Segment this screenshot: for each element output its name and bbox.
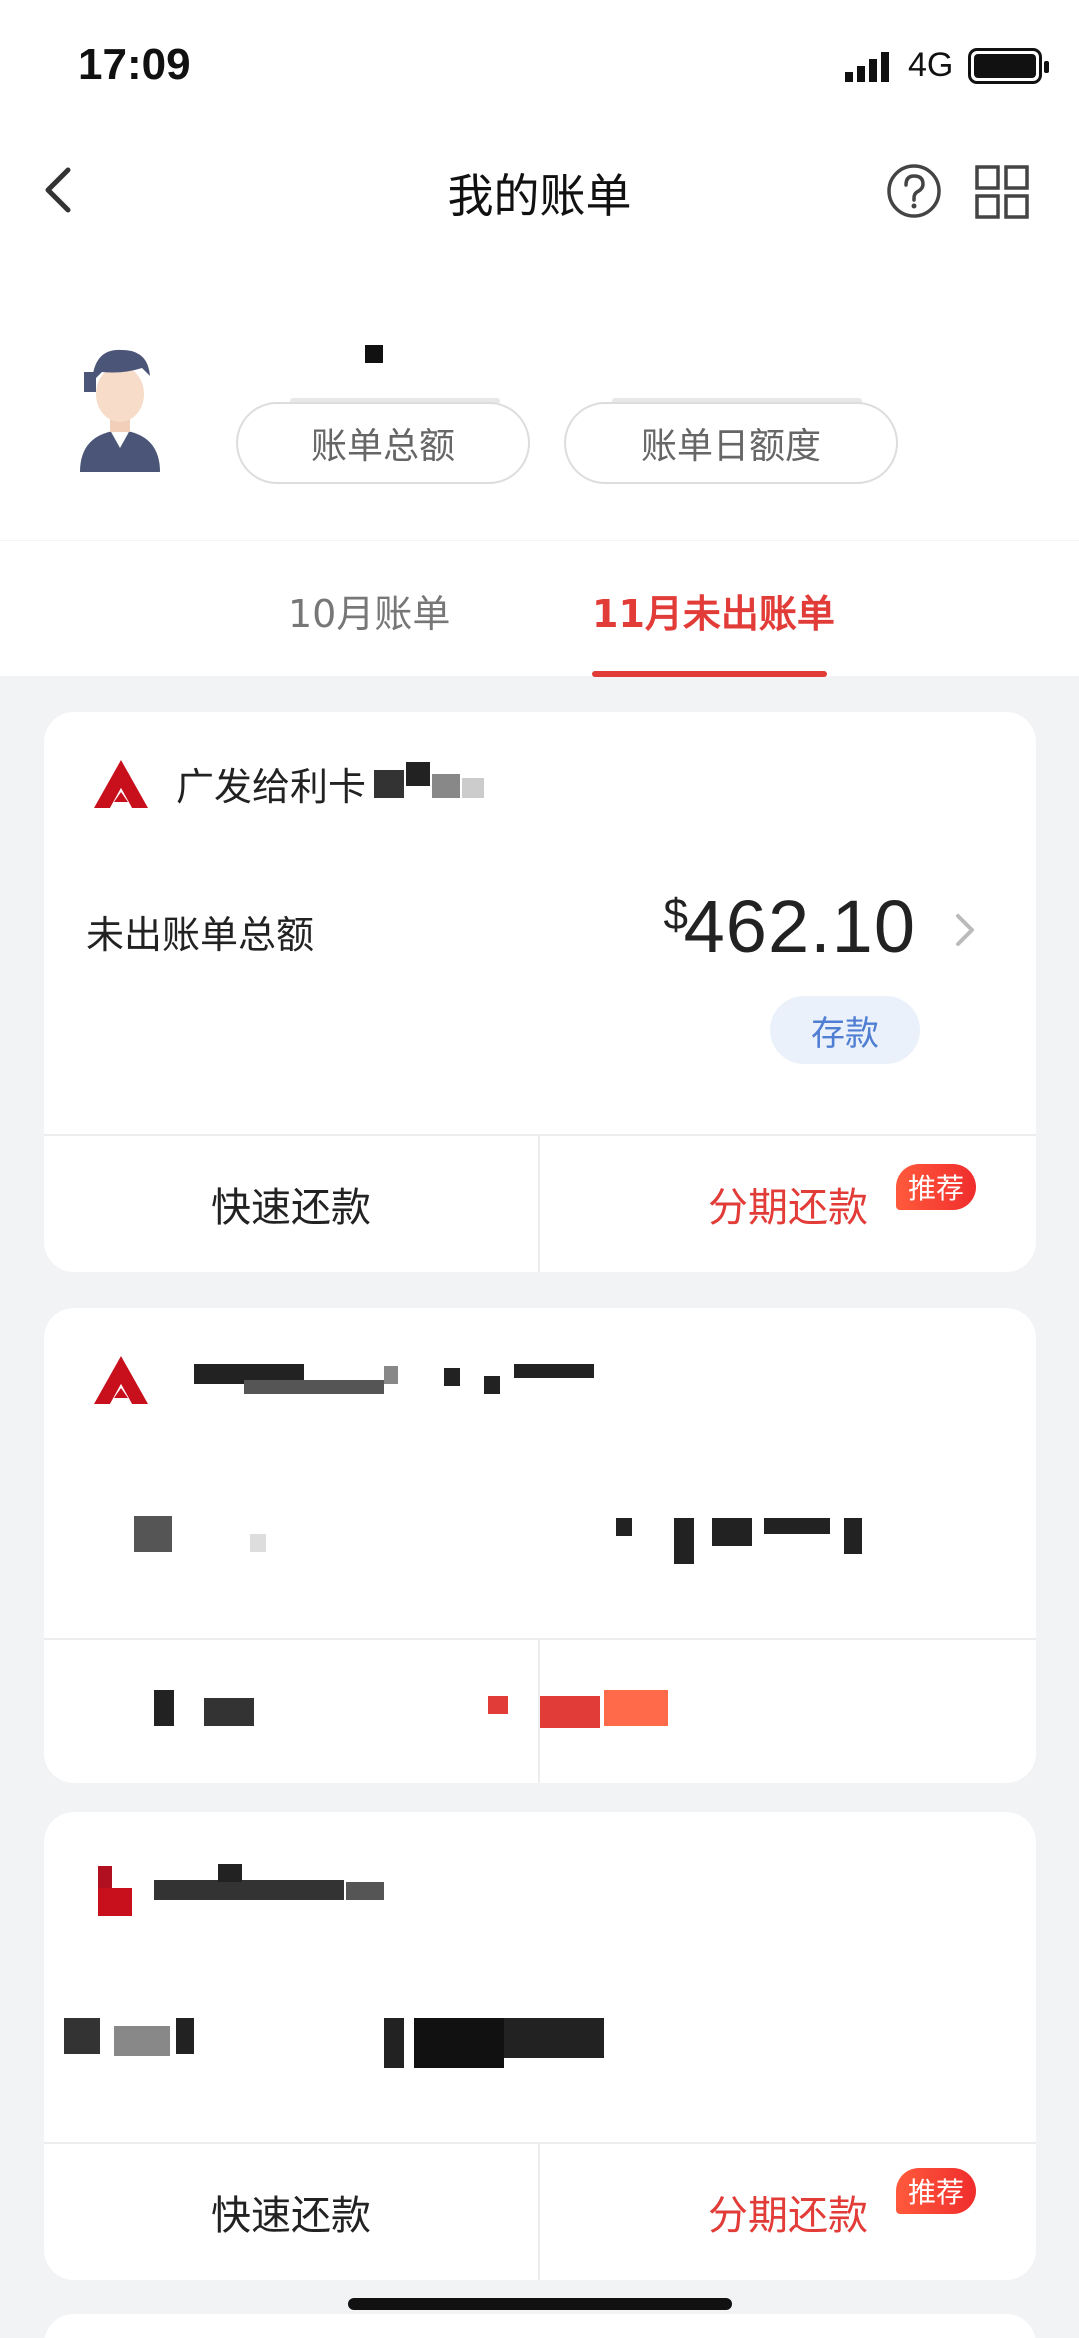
- status-bar: 17:09 4G: [0, 0, 1079, 130]
- bank-logo-icon: [94, 760, 148, 808]
- profile-section: 账单总额 账单日额度: [0, 250, 1079, 540]
- obscured-text: [488, 1696, 508, 1714]
- obscured-text: [384, 1366, 398, 1384]
- obscured-text: [250, 1534, 266, 1552]
- obscured-text: [444, 1368, 460, 1386]
- grid-menu-icon[interactable]: [974, 164, 1030, 220]
- credit-card-bill[interactable]: 快速还款 分期还款 推荐: [44, 1812, 1036, 2280]
- obscured-text: [432, 774, 460, 798]
- quick-repay-button[interactable]: 快速还款: [44, 2144, 538, 2280]
- obscured-text: [154, 1880, 344, 1900]
- obscured-text: [204, 1698, 254, 1726]
- quick-repay-button[interactable]: 快速还款: [44, 1136, 538, 1272]
- obscured-text: [244, 1380, 384, 1394]
- unbilled-total-label: 未出账单总额: [86, 913, 315, 957]
- obscured-text: [154, 1690, 174, 1726]
- unbilled-amount: 462.10: [683, 885, 916, 968]
- obscured-text: [384, 2018, 404, 2068]
- help-icon[interactable]: [885, 162, 943, 220]
- total-bill-button[interactable]: 账单总额: [236, 402, 530, 484]
- recommend-badge: 推荐: [896, 1164, 977, 1210]
- obscured-text: [844, 1518, 862, 1554]
- recommend-badge: 推荐: [896, 2168, 977, 2214]
- credit-card-bill[interactable]: [44, 1308, 1036, 1783]
- card-name: 广发给利卡: [176, 765, 367, 809]
- obscured-text: [134, 1516, 172, 1552]
- obscured-text: [414, 2018, 504, 2068]
- avatar: [80, 349, 160, 472]
- obscured-text: [540, 1696, 600, 1728]
- profile-name-obscured: [365, 345, 383, 363]
- obscured-text: [176, 2018, 194, 2054]
- obscured-badge: [604, 1690, 668, 1726]
- obscured-text: [616, 1518, 632, 1536]
- obscured-text: [514, 1364, 594, 1378]
- tab-october-bill[interactable]: 10月账单: [288, 583, 450, 638]
- obscured-text: [462, 778, 484, 798]
- obscured-text: [374, 770, 404, 798]
- obscured-text: [712, 1518, 752, 1546]
- daily-limit-button[interactable]: 账单日额度: [564, 402, 898, 484]
- obscured-text: [64, 2018, 100, 2054]
- status-time: 17:09: [78, 40, 191, 89]
- tab-november-unbilled[interactable]: 11月未出账单: [592, 583, 835, 638]
- divider: [44, 1638, 1036, 1640]
- deposit-badge[interactable]: 存款: [770, 996, 920, 1064]
- obscured-text: [218, 1864, 242, 1882]
- bank-logo-icon: [98, 1866, 132, 1916]
- obscured-text: [484, 1376, 500, 1394]
- obscured-text: [504, 2018, 604, 2058]
- network-type: 4G: [908, 46, 954, 84]
- tab-active-indicator: [592, 671, 827, 677]
- bank-logo-icon: [94, 1356, 148, 1404]
- signal-icon: [845, 52, 889, 82]
- credit-card-bill[interactable]: [44, 2314, 1036, 2338]
- obscured-text: [764, 1518, 830, 1534]
- obscured-text: [114, 2026, 170, 2056]
- obscured-text: [674, 1518, 694, 1564]
- battery-icon: [968, 48, 1049, 84]
- bill-tabs: 10月账单 11月未出账单: [0, 540, 1079, 677]
- credit-card-bill[interactable]: 广发给利卡 未出账单总额 $ 462.10 存款 快速还款 分期还款 推荐: [44, 712, 1036, 1272]
- chevron-right-icon[interactable]: [950, 910, 980, 950]
- obscured-text: [406, 762, 430, 786]
- nav-bar: 我的账单: [0, 130, 1079, 250]
- obscured-text: [346, 1882, 384, 1900]
- home-indicator[interactable]: [348, 2298, 732, 2310]
